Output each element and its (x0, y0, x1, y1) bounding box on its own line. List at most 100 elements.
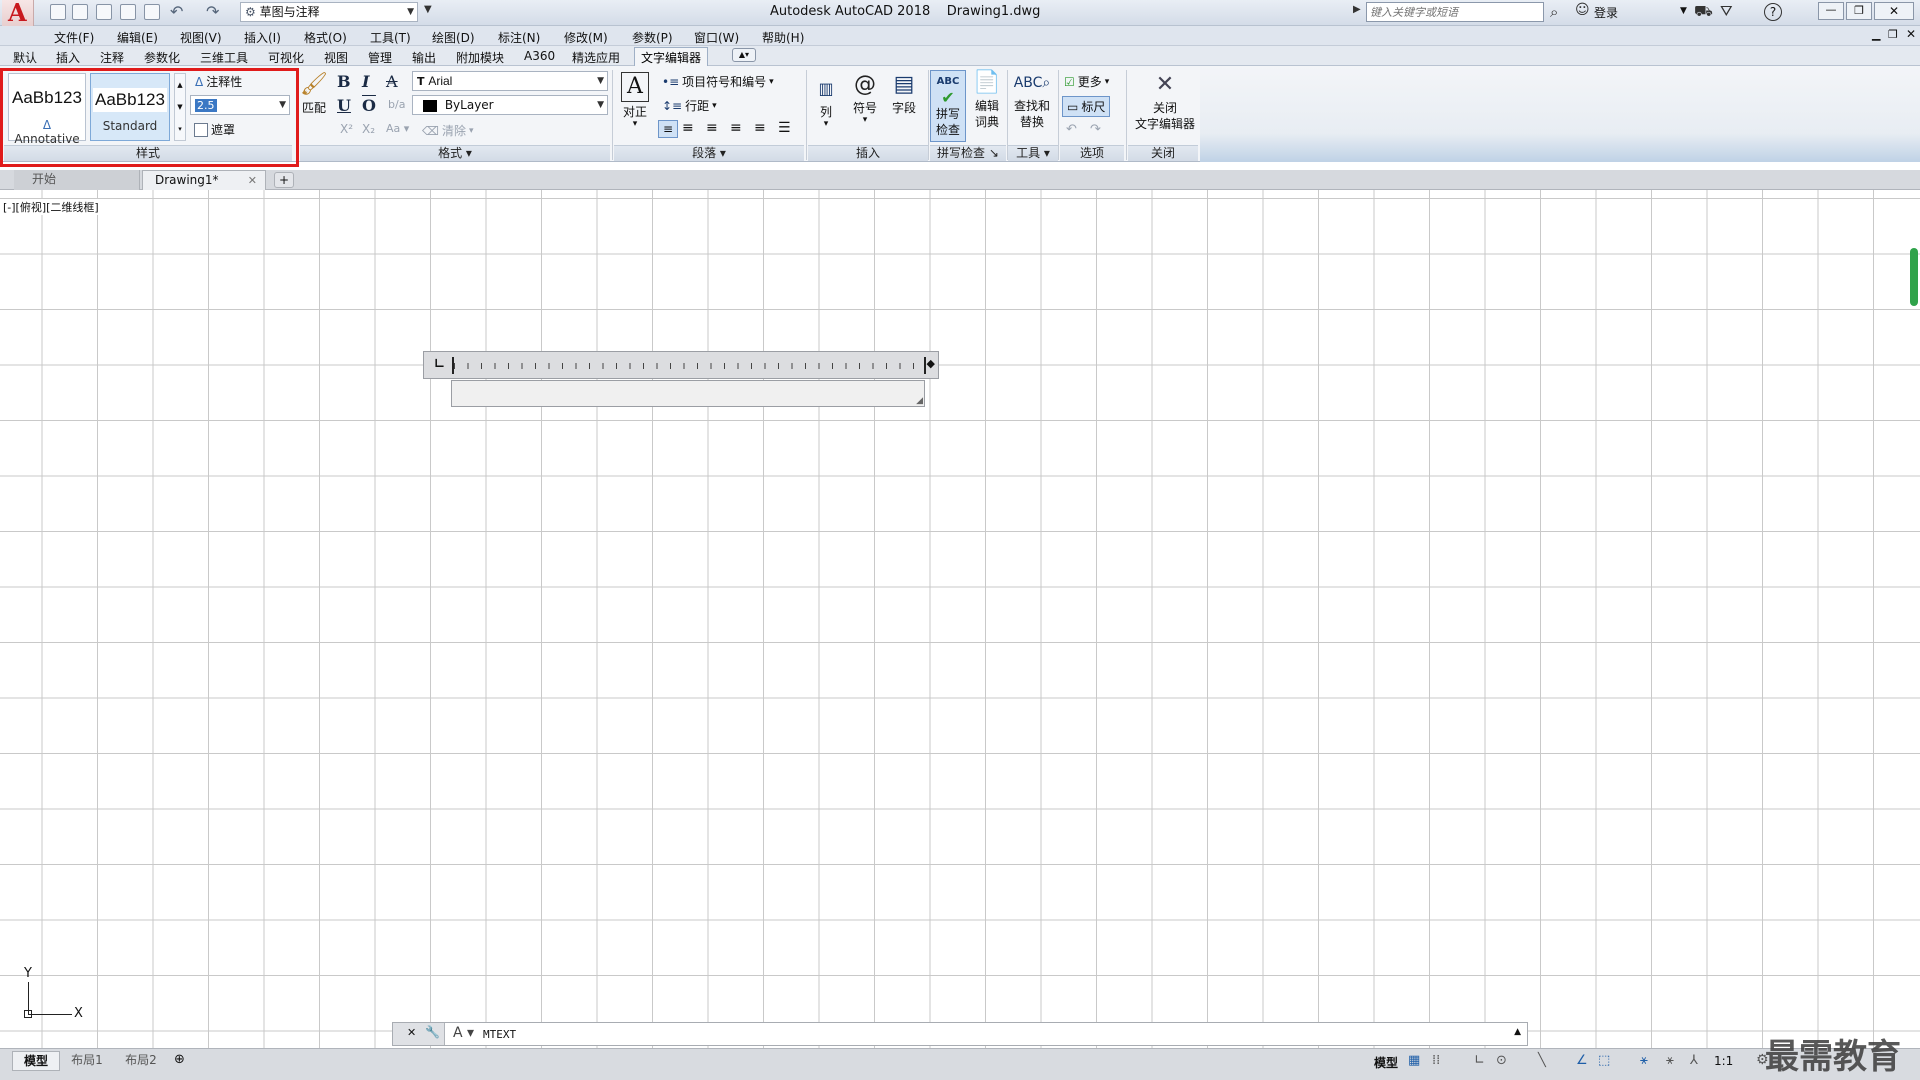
ruler-width-handle[interactable]: ◆ (927, 357, 935, 370)
command-prompt-icon[interactable]: A ▾ (453, 1025, 474, 1041)
tab-featured-apps[interactable]: 精选应用 (572, 49, 620, 66)
align-center-icon[interactable]: ≡ (682, 120, 694, 136)
osnap-track-icon[interactable]: ∠ (1576, 1053, 1588, 1068)
format-panel-label[interactable]: 格式 ▾ (300, 145, 610, 161)
tab-start[interactable]: 开始 (14, 170, 140, 190)
doc-minimize-button[interactable]: ▁ (1872, 28, 1880, 41)
tab-view[interactable]: 视图 (324, 49, 348, 66)
minimize-button[interactable]: — (1818, 2, 1844, 20)
tab-default[interactable]: 默认 (13, 49, 37, 66)
ruler-toggle[interactable]: ▭ 标尺 (1062, 96, 1111, 117)
find-replace-button[interactable]: ABC⌕ 查找和 替换 (1010, 70, 1054, 130)
align-left-icon[interactable]: ≡ (658, 120, 678, 138)
annotation-visibility-icon[interactable]: ⚹ (1640, 1053, 1648, 1068)
login-link[interactable]: 登录 (1594, 4, 1618, 21)
menu-window[interactable]: 窗口(W) (694, 29, 739, 46)
help-icon[interactable]: ? (1764, 3, 1782, 21)
italic-button[interactable]: I (362, 72, 369, 91)
tab-layout1[interactable]: 布局1 (62, 1051, 112, 1071)
cart-icon[interactable]: ⛟ (1694, 2, 1713, 22)
superscript-icon[interactable]: X² (340, 122, 353, 136)
login-dropdown-icon[interactable]: ▼ (1680, 6, 1687, 16)
doc-restore-button[interactable]: ❐ (1888, 28, 1898, 41)
annotation-scale-icon[interactable]: ⅄ (1690, 1053, 1698, 1068)
line-spacing-button[interactable]: ↕≡ 行距 ▾ (662, 97, 717, 114)
tab-parametric[interactable]: 参数化 (144, 49, 180, 66)
strikethrough-button[interactable]: A (386, 72, 398, 91)
menu-insert[interactable]: 插入(I) (244, 29, 281, 46)
isodraft-icon[interactable]: ╲ (1538, 1053, 1546, 1068)
menu-view[interactable]: 视图(V) (180, 29, 222, 46)
maximize-button[interactable]: ❐ (1846, 2, 1872, 20)
more-button[interactable]: ☑ 更多 ▾ (1064, 73, 1109, 90)
annotation-scale-value[interactable]: 1:1 (1714, 1054, 1733, 1068)
save-as-icon[interactable] (120, 4, 136, 20)
viewport-controls[interactable]: [-][俯视][二维线框] (3, 199, 99, 215)
stack-icon[interactable]: b/a (388, 98, 405, 111)
osnap-icon[interactable]: ⬚ (1598, 1053, 1610, 1068)
undo-icon[interactable]: ↶ (170, 2, 183, 21)
menu-tools[interactable]: 工具(T) (370, 29, 411, 46)
spell-check-button[interactable]: ABC ✔ 拼写 检查 (930, 70, 966, 142)
clear-button[interactable]: ⌫ 清除 ▾ (422, 122, 474, 139)
menu-file[interactable]: 文件(F) (54, 29, 94, 46)
add-layout-icon[interactable]: ⊕ (174, 1052, 185, 1067)
new-tab-button[interactable]: + (274, 172, 294, 188)
font-dropdown[interactable]: T Arial ▼ (412, 71, 608, 91)
paragraph-panel-label[interactable]: 段落 ▾ (614, 145, 804, 161)
symbol-button[interactable]: @ 符号 ▾ (850, 72, 880, 125)
app-menu-button[interactable]: A (2, 0, 34, 27)
underline-button[interactable]: U (337, 96, 351, 115)
spell-panel-label[interactable]: 拼写检查 ↘ (930, 145, 1006, 161)
tab-visualize[interactable]: 可视化 (268, 49, 304, 66)
bullets-button[interactable]: •≡ 项目符号和编号 ▾ (662, 73, 774, 90)
justify-align-icon[interactable]: ≡ (730, 120, 742, 136)
drawing-canvas[interactable]: [-][俯视][二维线框] ∟ ◆ ◢ Y X ✕ 🔧 A ▾ MTEXT ▲ (0, 190, 1920, 1048)
close-text-editor-button[interactable]: ✕ 关闭 文字编辑器 (1130, 72, 1200, 132)
save-icon[interactable] (96, 4, 112, 20)
print-icon[interactable] (144, 4, 160, 20)
tab-text-editor[interactable]: 文字编辑器 (634, 47, 709, 67)
menu-parametric[interactable]: 参数(P) (632, 29, 673, 46)
polar-icon[interactable]: ⊙ (1496, 1053, 1507, 1068)
overline-button[interactable]: O (362, 96, 376, 115)
command-history-icon[interactable]: ▲ (1514, 1027, 1521, 1037)
paragraph-settings-icon[interactable]: ☰ (778, 120, 791, 136)
tab-manage[interactable]: 管理 (368, 49, 392, 66)
menu-edit[interactable]: 编辑(E) (117, 29, 158, 46)
ribbon-minimize-icon[interactable]: ▲▾ (732, 48, 756, 62)
search-input[interactable] (1366, 2, 1544, 22)
customize-toolbar-icon[interactable]: ▼ (424, 4, 432, 15)
mtext-input-area[interactable]: ◢ (451, 380, 925, 407)
tab-drawing1[interactable]: Drawing1* ✕ (142, 170, 266, 190)
redo-icon[interactable]: ↷ (1090, 122, 1101, 137)
command-line[interactable]: ✕ 🔧 A ▾ MTEXT ▲ (392, 1022, 1528, 1046)
ortho-icon[interactable]: ∟ (1474, 1053, 1485, 1068)
wrench-icon[interactable]: 🔧 (425, 1025, 440, 1039)
new-file-icon[interactable] (50, 4, 66, 20)
subscript-icon[interactable]: X₂ (362, 122, 375, 136)
edit-dictionary-button[interactable]: 📄 编辑 词典 (970, 70, 1004, 130)
change-case-icon[interactable]: Aa ▾ (386, 122, 409, 135)
menu-modify[interactable]: 修改(M) (564, 29, 608, 46)
tab-output[interactable]: 输出 (412, 49, 436, 66)
tab-model[interactable]: 模型 (12, 1051, 60, 1071)
justify-button[interactable]: A 对正 ▾ (618, 72, 652, 129)
tab-insert[interactable]: 插入 (56, 49, 80, 66)
undo-icon[interactable]: ↶ (1066, 122, 1077, 137)
user-icon[interactable]: ☺ (1575, 2, 1590, 18)
tools-panel-label[interactable]: 工具 ▾ (1008, 145, 1058, 161)
field-button[interactable]: ▤ 字段 (888, 72, 920, 116)
workspace-dropdown[interactable]: ⚙ 草图与注释 ▼ (240, 2, 418, 22)
bold-button[interactable]: B (337, 72, 351, 91)
resize-grip-icon[interactable]: ◢ (916, 396, 923, 406)
a360-icon[interactable]: ⛛ (1720, 2, 1733, 20)
distribute-align-icon[interactable]: ≡ (754, 120, 766, 136)
search-expand-icon[interactable]: ▶ (1353, 4, 1361, 15)
doc-close-button[interactable]: ✕ (1906, 27, 1916, 41)
tab-3d-tools[interactable]: 三维工具 (200, 49, 248, 66)
autoscale-icon[interactable]: ⚹ (1666, 1053, 1674, 1068)
open-file-icon[interactable] (72, 4, 88, 20)
close-command-icon[interactable]: ✕ (407, 1026, 416, 1039)
menu-dimension[interactable]: 标注(N) (498, 29, 540, 46)
